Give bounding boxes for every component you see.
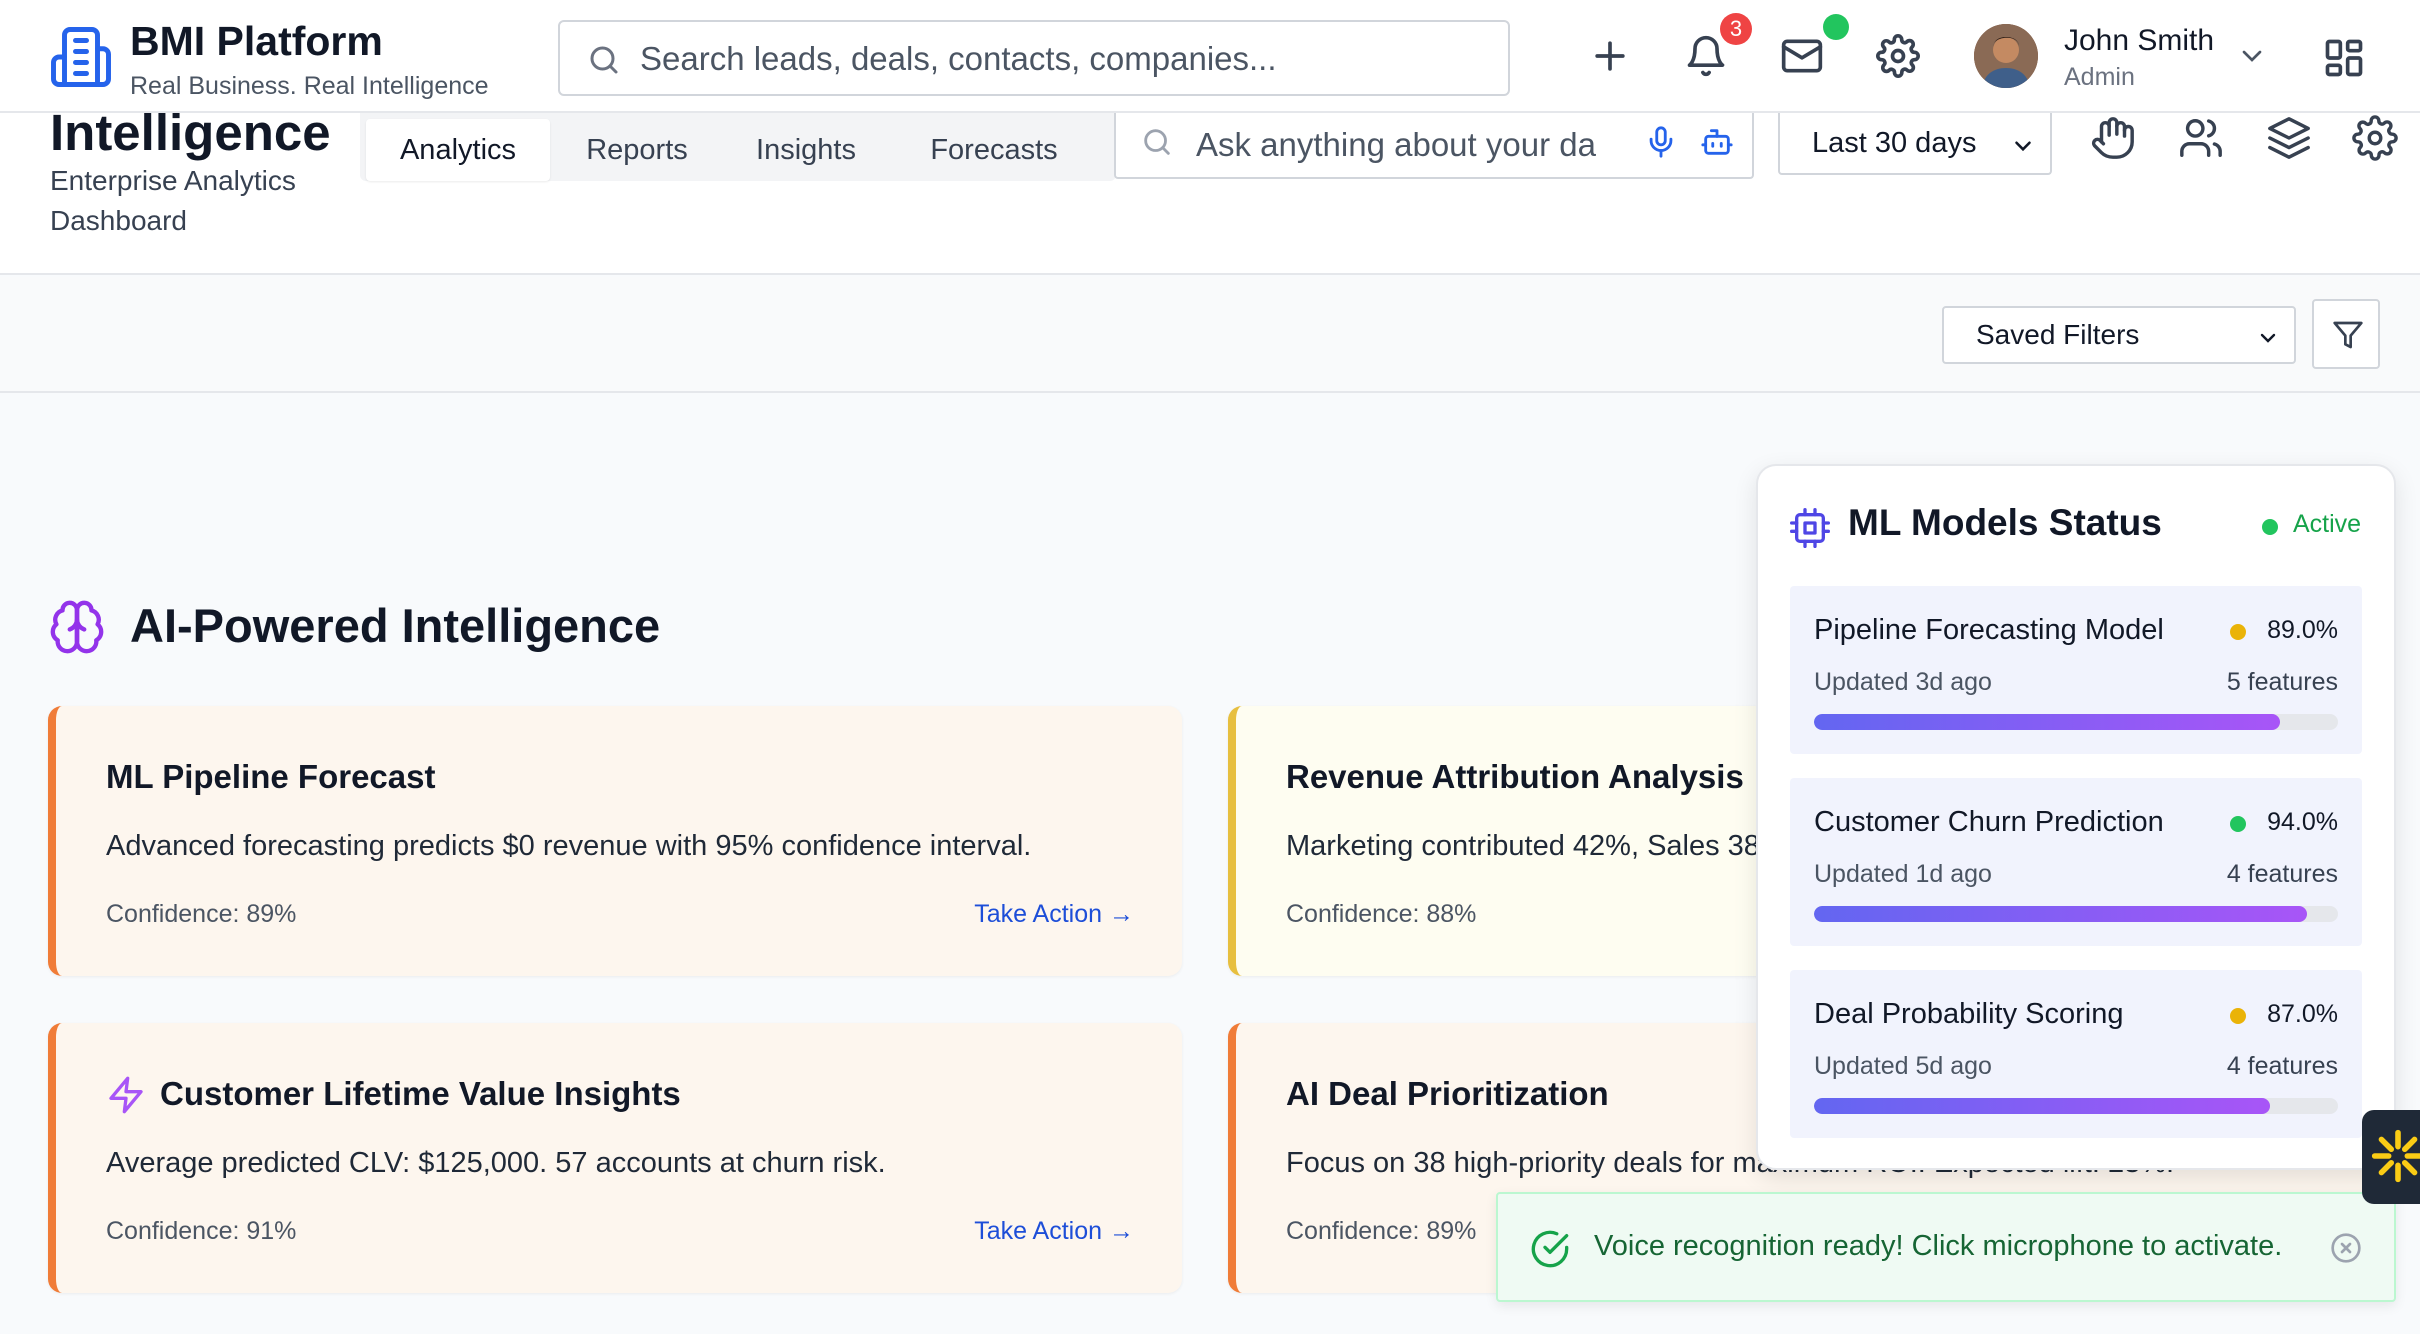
filter-funnel-icon xyxy=(2333,321,2363,349)
global-search-input[interactable] xyxy=(640,34,1490,84)
card-description: Marketing contributed 42%, Sales 38 xyxy=(1286,830,1760,862)
brain-icon xyxy=(48,598,106,656)
add-icon[interactable] xyxy=(1588,34,1632,78)
top-app-bar: BMI Platform Real Business. Real Intelli… xyxy=(0,0,2420,113)
model-item[interactable]: Deal Probability Scoring 87.0% Updated 5… xyxy=(1790,970,2362,1138)
model-status-dot xyxy=(2230,816,2246,832)
ai-query-input[interactable] xyxy=(1196,121,1616,169)
view-tabs: Analytics Reports Insights Forecasts xyxy=(360,113,1116,181)
user-name[interactable]: John Smith xyxy=(2064,24,2214,58)
chevron-down-icon xyxy=(2256,326,2280,350)
card-description: Advanced forecasting predicts $0 revenue… xyxy=(106,830,1032,862)
model-updated: Updated 1d ago xyxy=(1814,860,1992,888)
close-icon[interactable] xyxy=(2330,1232,2362,1264)
tab-analytics[interactable]: Analytics xyxy=(366,119,550,181)
model-name: Customer Churn Prediction xyxy=(1814,806,2164,838)
lightning-icon xyxy=(106,1075,146,1115)
model-item[interactable]: Customer Churn Prediction 94.0% Updated … xyxy=(1790,778,2362,946)
date-range-select[interactable]: Last 30 days xyxy=(1778,113,2052,175)
analytics-subheader: Intelligence Enterprise Analytics Dashbo… xyxy=(0,104,2420,275)
check-circle-icon xyxy=(1530,1229,1570,1269)
model-accuracy: 94.0% xyxy=(2267,808,2338,836)
filter-bar: Saved Filters xyxy=(0,277,2420,393)
model-progress-fill xyxy=(1814,906,2307,922)
bot-icon[interactable] xyxy=(1700,125,1734,159)
model-features: 4 features xyxy=(2226,860,2338,888)
brand-name[interactable]: BMI Platform xyxy=(130,18,383,65)
search-icon xyxy=(1140,125,1174,159)
card-title: ML Pipeline Forecast xyxy=(106,758,436,795)
model-progress-bar xyxy=(1814,1098,2338,1114)
online-status-dot xyxy=(1823,14,1849,40)
model-name: Pipeline Forecasting Model xyxy=(1814,614,2164,646)
model-item[interactable]: Pipeline Forecasting Model 89.0% Updated… xyxy=(1790,586,2362,754)
assistant-widget-button[interactable] xyxy=(2362,1110,2420,1204)
date-range-value: Last 30 days xyxy=(1812,127,1977,159)
insight-card: ML Pipeline Forecast Advanced forecastin… xyxy=(48,706,1182,976)
apps-grid-icon[interactable] xyxy=(2322,36,2366,80)
building-logo-icon[interactable] xyxy=(48,24,114,90)
filter-button[interactable] xyxy=(2312,299,2380,369)
card-confidence: Confidence: 91% xyxy=(106,1217,297,1245)
card-confidence: Confidence: 89% xyxy=(106,900,297,928)
saved-filters-select[interactable]: Saved Filters xyxy=(1942,306,2296,364)
cpu-chip-icon xyxy=(1790,508,1830,548)
hand-gesture-icon[interactable] xyxy=(2090,115,2136,161)
chevron-down-icon xyxy=(2010,133,2036,159)
card-confidence: Confidence: 88% xyxy=(1286,900,1477,928)
take-action-link[interactable]: Take Action → xyxy=(974,900,1134,929)
ai-query-search[interactable] xyxy=(1114,113,1754,179)
settings-gear-icon[interactable] xyxy=(2352,115,2398,161)
model-accuracy: 87.0% xyxy=(2267,1000,2338,1028)
settings-gear-icon[interactable] xyxy=(1876,34,1920,78)
model-progress-bar xyxy=(1814,714,2338,730)
layers-icon[interactable] xyxy=(2266,115,2312,161)
card-confidence: Confidence: 89% xyxy=(1286,1217,1477,1245)
ml-models-status-panel: ML Models Status Active Pipeline Forecas… xyxy=(1756,464,2396,1170)
mail-icon[interactable] xyxy=(1780,34,1824,78)
card-title: Revenue Attribution Analysis xyxy=(1286,758,1744,795)
toast-message: Voice recognition ready! Click microphon… xyxy=(1594,1230,2283,1262)
tab-reports[interactable]: Reports xyxy=(556,119,718,181)
active-status-dot xyxy=(2262,519,2278,535)
users-icon[interactable] xyxy=(2178,115,2224,161)
card-title: AI Deal Prioritization xyxy=(1286,1075,1609,1112)
global-search[interactable] xyxy=(558,20,1510,96)
model-progress-bar xyxy=(1814,906,2338,922)
user-avatar[interactable] xyxy=(1974,24,2038,88)
model-status-dot xyxy=(2230,1008,2246,1024)
voice-ready-toast: Voice recognition ready! Click microphon… xyxy=(1496,1192,2396,1302)
model-accuracy: 89.0% xyxy=(2267,616,2338,644)
insight-card: Customer Lifetime Value Insights Average… xyxy=(48,1023,1182,1293)
card-description: Average predicted CLV: $125,000. 57 acco… xyxy=(106,1147,886,1179)
spark-icon xyxy=(2371,1129,2420,1183)
user-role: Admin xyxy=(2064,63,2135,91)
model-features: 5 features xyxy=(2226,668,2338,696)
model-updated: Updated 5d ago xyxy=(1814,1052,1992,1080)
card-title: Customer Lifetime Value Insights xyxy=(160,1075,681,1112)
saved-filters-label: Saved Filters xyxy=(1976,319,2140,350)
model-name: Deal Probability Scoring xyxy=(1814,998,2124,1030)
ml-status-label: Active xyxy=(2293,510,2362,538)
search-icon xyxy=(586,42,622,78)
ml-panel-title: ML Models Status xyxy=(1848,502,2162,543)
tab-insights[interactable]: Insights xyxy=(724,119,888,181)
model-status-dot xyxy=(2230,624,2246,640)
tab-forecasts[interactable]: Forecasts xyxy=(894,119,1094,181)
model-progress-fill xyxy=(1814,714,2281,730)
notification-badge: 3 xyxy=(1720,13,1752,45)
microphone-icon[interactable] xyxy=(1644,125,1678,159)
take-action-link[interactable]: Take Action → xyxy=(974,1217,1134,1246)
bell-icon[interactable] xyxy=(1684,34,1728,78)
section-title: AI-Powered Intelligence xyxy=(130,599,661,652)
model-updated: Updated 3d ago xyxy=(1814,668,1992,696)
brand-tagline: Real Business. Real Intelligence xyxy=(130,72,489,100)
chevron-down-icon[interactable] xyxy=(2236,40,2268,72)
page-subtitle: Enterprise Analytics Dashboard xyxy=(50,165,296,236)
model-features: 4 features xyxy=(2226,1052,2338,1080)
model-progress-fill xyxy=(1814,1098,2270,1114)
